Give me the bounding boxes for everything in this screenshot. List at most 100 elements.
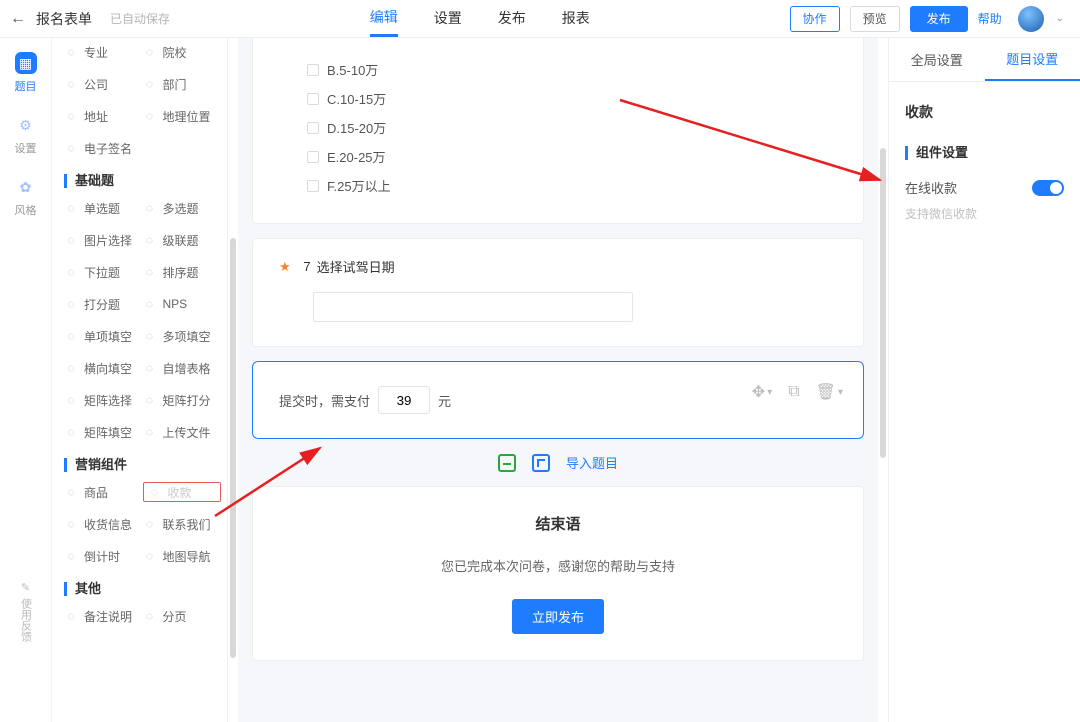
option-row[interactable]: F.25万以上	[307, 176, 837, 195]
palette-item-icon: ◌	[143, 517, 157, 531]
palette-item[interactable]: ◌自增表格	[143, 358, 222, 378]
palette-item-icon: ◌	[143, 393, 157, 407]
canvas-inner: B.5-10万 C.10-15万 D.15-20万 E.20-25万 F.25万以上 ★…	[238, 38, 878, 681]
palette-item-label: 电子签名	[84, 140, 132, 157]
checkbox-icon[interactable]	[307, 180, 319, 192]
palette-item[interactable]: ◌备注说明	[64, 606, 143, 626]
tab-edit[interactable]: 编辑	[370, 0, 398, 37]
checkbox-icon[interactable]	[307, 93, 319, 105]
grid-icon: ▦	[15, 52, 37, 74]
palette-item-icon: ◌	[64, 517, 78, 531]
rail-questions-label: 题目	[15, 78, 37, 94]
palette-item-icon: ◌	[64, 485, 78, 499]
import-row: 导入题目	[252, 453, 864, 472]
palette-item[interactable]: ◌收款	[143, 482, 222, 502]
palette-item[interactable]: ◌排序题	[143, 262, 222, 282]
palette-item[interactable]: ◌级联题	[143, 230, 222, 250]
checkbox-icon[interactable]	[307, 151, 319, 163]
option-row[interactable]: C.10-15万	[307, 89, 837, 108]
publish-now-button[interactable]: 立即发布	[512, 599, 604, 634]
tab-report[interactable]: 报表	[562, 0, 590, 37]
scroll-thumb[interactable]	[230, 238, 236, 658]
required-star-icon: ★	[279, 259, 291, 275]
scrollbar-left[interactable]	[228, 38, 238, 722]
palette-item-icon: ◌	[64, 425, 78, 439]
palette-item[interactable]: ◌收货信息	[64, 514, 143, 534]
tab-item-settings[interactable]: 题目设置	[985, 38, 1080, 81]
word-import-icon[interactable]	[532, 454, 550, 472]
palette-item-icon: ◌	[64, 45, 78, 59]
question-card-date[interactable]: ★ 7 选择试驾日期	[252, 238, 864, 347]
palette-item[interactable]: ◌单选题	[64, 198, 143, 218]
palette-item[interactable]: ◌分页	[143, 606, 222, 626]
palette-item-label: 矩阵选择	[84, 392, 132, 409]
palette-item[interactable]: ◌上传文件	[143, 422, 222, 442]
end-card[interactable]: 结束语 您已完成本次问卷，感谢您的帮助与支持 立即发布	[252, 486, 864, 661]
end-title: 结束语	[279, 513, 837, 534]
palette-item[interactable]: ◌部门	[143, 74, 222, 94]
scrollbar-right[interactable]	[878, 38, 888, 722]
right-row-online-pay: 在线收款	[905, 178, 1064, 197]
palette-item-label: 备注说明	[84, 608, 132, 625]
palette-item[interactable]: ◌院校	[143, 42, 222, 62]
move-button[interactable]: ✥▾	[752, 382, 772, 402]
palette-item[interactable]: ◌地图导航	[143, 546, 222, 566]
palette-item[interactable]: ◌横向填空	[64, 358, 143, 378]
palette-item[interactable]: ◌商品	[64, 482, 143, 502]
palette-item-icon: ◌	[64, 361, 78, 375]
palette-item[interactable]: ◌下拉题	[64, 262, 143, 282]
palette-item[interactable]: ◌图片选择	[64, 230, 143, 250]
online-pay-toggle[interactable]	[1032, 180, 1064, 196]
palette-item-label: 倒计时	[84, 548, 120, 565]
right-section-head: 组件设置	[905, 146, 1064, 160]
palette-item[interactable]: ◌ 联系我们	[143, 514, 222, 534]
preview-button[interactable]: 预览	[850, 6, 900, 32]
tab-publish[interactable]: 发布	[498, 0, 526, 37]
copy-button[interactable]: ⧉	[788, 382, 799, 402]
palette-item[interactable]: ◌电子签名	[64, 138, 143, 158]
scroll-thumb[interactable]	[880, 148, 886, 458]
palette-item[interactable]: ◌多项填空	[143, 326, 222, 346]
excel-import-icon[interactable]	[498, 454, 516, 472]
palette-item[interactable]: ◌倒计时	[64, 546, 143, 566]
palette-item-icon: ◌	[143, 265, 157, 279]
option-row[interactable]: D.15-20万	[307, 118, 837, 137]
palette-item[interactable]: ◌矩阵选择	[64, 390, 143, 410]
palette-item[interactable]: ◌单项填空	[64, 326, 143, 346]
publish-button[interactable]: 发布	[910, 6, 968, 32]
palette-item[interactable]: ◌多选题	[143, 198, 222, 218]
import-question-link[interactable]: 导入题目	[566, 453, 618, 472]
chevron-down-icon: ▾	[767, 387, 772, 398]
tab-global-settings[interactable]: 全局设置	[889, 38, 985, 81]
option-row[interactable]: E.20-25万	[307, 147, 837, 166]
palette-item-label: 联系我们	[163, 516, 211, 533]
palette-item[interactable]: ◌矩阵填空	[64, 422, 143, 442]
palette-item[interactable]: ◌NPS	[143, 294, 222, 314]
gear-icon: ⚙	[15, 114, 37, 136]
checkbox-icon[interactable]	[307, 122, 319, 134]
collaborate-button[interactable]: 协作	[790, 6, 840, 32]
user-avatar[interactable]	[1018, 6, 1044, 32]
back-arrow-icon[interactable]: ←	[10, 10, 26, 28]
rail-style[interactable]: ✿ 风格	[15, 176, 37, 218]
help-link[interactable]: 帮助	[978, 10, 1002, 27]
palette-item-label: 地图导航	[163, 548, 211, 565]
rail-questions[interactable]: ▦ 题目	[15, 52, 37, 94]
palette-item[interactable]: ◌专业	[64, 42, 143, 62]
payment-card[interactable]: 提交时，需支付 元 ✥▾ ⧉ 🗑▾	[252, 361, 864, 439]
checkbox-icon[interactable]	[307, 64, 319, 76]
amount-input[interactable]	[378, 386, 430, 414]
tab-settings[interactable]: 设置	[434, 0, 462, 37]
rail-settings[interactable]: ⚙ 设置	[15, 114, 37, 156]
palette-item[interactable]: ◌地理位置	[143, 106, 222, 126]
date-input[interactable]	[313, 292, 633, 322]
option-row[interactable]: B.5-10万	[307, 60, 837, 79]
palette-item[interactable]: ◌打分题	[64, 294, 143, 314]
chevron-down-icon[interactable]: ⌄	[1056, 13, 1064, 24]
delete-button[interactable]: 🗑▾	[816, 382, 843, 402]
palette-item[interactable]: ◌矩阵打分	[143, 390, 222, 410]
rail-feedback[interactable]: ✎ 使用反馈	[18, 581, 34, 642]
question-card-options[interactable]: B.5-10万 C.10-15万 D.15-20万 E.20-25万 F.25万以上	[252, 38, 864, 224]
palette-item[interactable]: ◌地址	[64, 106, 143, 126]
palette-item[interactable]: ◌公司	[64, 74, 143, 94]
